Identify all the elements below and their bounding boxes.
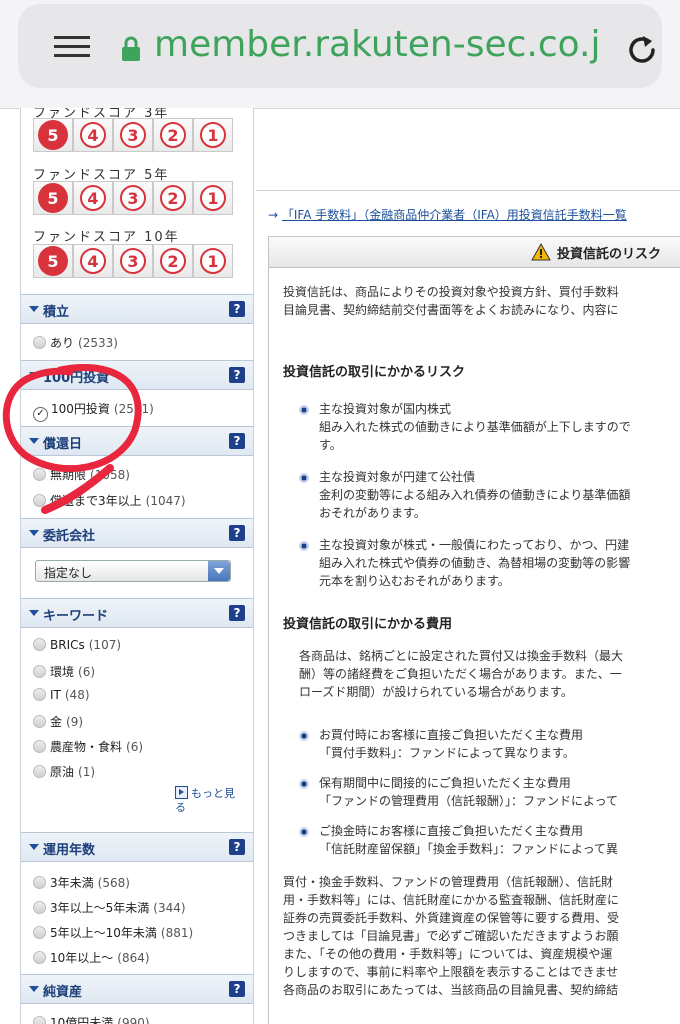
option-tsumitate-ari[interactable]: あり (2533) xyxy=(33,334,118,351)
dropdown-arrow-icon xyxy=(208,561,230,581)
browser-toolbar: member.rakuten-sec.co.jp xyxy=(0,0,680,109)
menu-icon[interactable] xyxy=(54,36,90,58)
section-assets[interactable]: 純資産 ? xyxy=(21,974,253,1004)
bullet-icon xyxy=(299,473,309,483)
cost-item: 保有期間中に間接的にご負担いただく主な費用 「ファンドの管理費用（信託報酬）」：… xyxy=(319,776,619,808)
reload-icon[interactable] xyxy=(624,32,660,68)
bullet-icon xyxy=(299,541,309,551)
option-keyword[interactable]: BRICs (107) xyxy=(33,638,121,652)
collapse-icon xyxy=(29,986,39,992)
score-5-button[interactable]: 5 xyxy=(33,244,73,278)
warning-icon xyxy=(531,243,551,261)
bullet-icon xyxy=(299,731,309,741)
radio-icon xyxy=(33,665,46,678)
radio-icon xyxy=(33,715,46,728)
content-top-box xyxy=(256,108,680,191)
risk-title: 投資信託のリスク xyxy=(557,247,662,262)
radio-icon xyxy=(33,740,46,753)
score-row-3y: 5 4 3 2 1 xyxy=(33,118,238,152)
score-3-button[interactable]: 3 xyxy=(113,181,153,215)
company-select[interactable]: 指定なし xyxy=(35,560,231,582)
collapse-icon xyxy=(29,306,39,312)
option-years[interactable]: 3年以上〜5年未満 (344) xyxy=(33,899,186,916)
risk-panel: 投資信託のリスク 投資信託は、商品によりその投資対象や投資方針、買付手数料 目論… xyxy=(268,236,680,1024)
score-row-5y: 5 4 3 2 1 xyxy=(33,181,238,215)
option-keyword[interactable]: 原油 (1) xyxy=(33,763,95,780)
url-text[interactable]: member.rakuten-sec.co.jp xyxy=(154,24,600,65)
score-2-button[interactable]: 2 xyxy=(153,181,193,215)
filter-sidebar: ファンドスコア 3年 5 4 3 2 1 ファンドスコア 5年 5 4 3 2 … xyxy=(20,108,254,1024)
bullet-icon xyxy=(299,405,309,415)
section-keyword[interactable]: キーワード ? xyxy=(21,598,253,628)
score-1-button[interactable]: 1 xyxy=(193,118,233,152)
collapse-icon xyxy=(29,844,39,850)
score-5-button[interactable]: 5 xyxy=(33,118,73,152)
radio-icon xyxy=(33,688,46,701)
cost-item: ご換金時にお客様に直接ご負担いただく主な費用 「信託財産留保額」「換金手数料」：… xyxy=(319,824,619,856)
lock-icon xyxy=(122,36,140,61)
arrow-right-icon xyxy=(175,786,188,799)
score-3-button[interactable]: 3 xyxy=(113,118,153,152)
score-label-10y: ファンドスコア 10年 xyxy=(33,230,180,245)
score-3-button[interactable]: 3 xyxy=(113,244,153,278)
ifa-fee-link[interactable]: → 「IFA 手数料」（金融商品仲介業者（IFA）用投資信託手数料一覧 xyxy=(268,206,627,223)
score-4-button[interactable]: 4 xyxy=(73,118,113,152)
section-years[interactable]: 運用年数 ? xyxy=(21,832,253,862)
score-row-10y: 5 4 3 2 1 xyxy=(33,244,238,278)
radio-icon xyxy=(33,1016,46,1024)
bullet-icon xyxy=(299,779,309,789)
collapse-icon xyxy=(29,610,39,616)
radio-icon xyxy=(33,765,46,778)
collapse-icon xyxy=(29,530,39,536)
cost-item: お買付時にお客様に直接ご負担いただく主な費用 「買付手数料」：ファンドによって異… xyxy=(319,728,584,760)
score-1-button[interactable]: 1 xyxy=(193,181,233,215)
radio-icon xyxy=(33,926,46,939)
option-years[interactable]: 5年以上〜10年未満 (881) xyxy=(33,924,193,941)
section-tsumitate[interactable]: 積立 ? xyxy=(21,294,253,324)
risk-heading: 投資信託の取引にかかるリスク xyxy=(283,365,466,380)
option-keyword[interactable]: 農産物・食料 (6) xyxy=(33,738,143,755)
score-4-button[interactable]: 4 xyxy=(73,244,113,278)
score-4-button[interactable]: 4 xyxy=(73,181,113,215)
radio-icon xyxy=(33,876,46,889)
option-keyword[interactable]: IT (48) xyxy=(33,688,90,702)
radio-icon xyxy=(33,638,46,651)
intro-text: 投資信託は、商品によりその投資対象や投資方針、買付手数料 目論見書、契約締結前交… xyxy=(283,285,619,317)
help-icon[interactable]: ? xyxy=(229,301,245,317)
risk-item: 主な投資対象が株式・一般債にわたっており、かつ、円建 組み入れた株式や債券の値動… xyxy=(319,538,631,588)
score-1-button[interactable]: 1 xyxy=(193,244,233,278)
help-icon[interactable]: ? xyxy=(229,433,245,449)
help-icon[interactable]: ? xyxy=(229,605,245,621)
help-icon[interactable]: ? xyxy=(229,367,245,383)
radio-icon xyxy=(33,901,46,914)
help-icon[interactable]: ? xyxy=(229,525,245,541)
score-5-button[interactable]: 5 xyxy=(33,181,73,215)
cost-intro: 各商品は、銘柄ごとに設定された買付又は換金手数料（最大 酬）等の諸経費をご負担い… xyxy=(299,649,624,699)
main-content: → 「IFA 手数料」（金融商品仲介業者（IFA）用投資信託手数料一覧 投資信託… xyxy=(256,108,680,1024)
more-keywords-link[interactable]: もっと見る xyxy=(175,786,245,815)
cost-heading: 投資信託の取引にかかる費用 xyxy=(283,617,453,632)
bullet-icon xyxy=(299,827,309,837)
option-years[interactable]: 10年以上〜 (864) xyxy=(33,949,150,966)
help-icon[interactable]: ? xyxy=(229,981,245,997)
option-keyword[interactable]: 環境 (6) xyxy=(33,663,95,680)
red-circle-annotation xyxy=(2,364,142,514)
option-keyword[interactable]: 金 (9) xyxy=(33,713,83,730)
footer-text: 買付・換金手数料、ファンドの管理費用（信託報酬）、信託財 用・手数料等」には、信… xyxy=(283,875,620,997)
score-2-button[interactable]: 2 xyxy=(153,244,193,278)
score-2-button[interactable]: 2 xyxy=(153,118,193,152)
risk-item: 主な投資対象が国内株式 組み入れた株式の値動きにより基準価額が上下しますので す… xyxy=(319,402,631,452)
risk-panel-header: 投資信託のリスク xyxy=(269,237,680,268)
risk-item: 主な投資対象が円建て公社債 金利の変動等による組み入れ債券の値動きにより基準価額… xyxy=(319,470,631,520)
option-assets[interactable]: 10億円未満 (990) xyxy=(33,1014,150,1024)
address-bar[interactable]: member.rakuten-sec.co.jp xyxy=(18,4,662,88)
radio-icon xyxy=(33,951,46,964)
radio-icon xyxy=(33,336,46,349)
help-icon[interactable]: ? xyxy=(229,839,245,855)
option-years[interactable]: 3年未満 (568) xyxy=(33,874,130,891)
